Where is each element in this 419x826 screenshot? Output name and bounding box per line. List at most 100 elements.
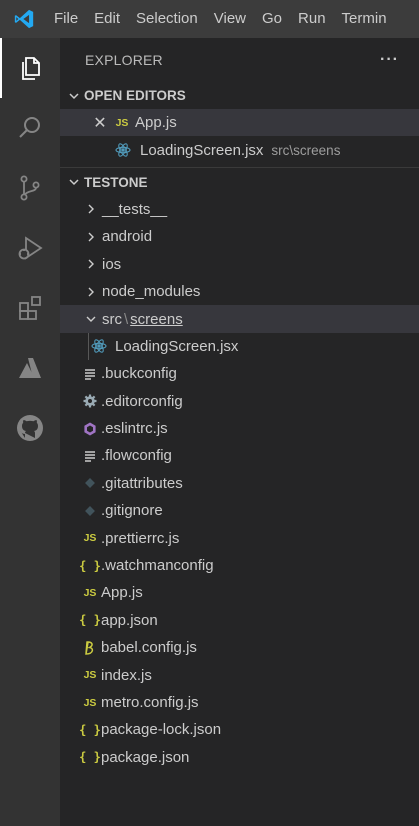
lines-icon — [79, 368, 101, 380]
chevron-right-icon — [80, 286, 102, 298]
js-icon: JS — [115, 116, 129, 129]
git-icon — [79, 505, 101, 517]
more-actions-button[interactable]: ··· — [380, 51, 399, 69]
explorer-sidebar: EXPLORER ··· OPEN EDITORS ✕ JS App.js Lo… — [60, 38, 419, 826]
open-editor-label: LoadingScreen.jsx — [140, 141, 264, 159]
menu-edit[interactable]: Edit — [86, 0, 128, 38]
js-icon: JS — [83, 669, 97, 682]
file-label: app.json — [101, 611, 158, 629]
workspace-title: TESTONE — [84, 174, 148, 190]
tree-file[interactable]: { } package.json — [60, 744, 419, 771]
menu-file[interactable]: File — [48, 0, 86, 38]
title-bar: File Edit Selection View Go Run Termin — [0, 0, 419, 38]
file-label: .gitattributes — [101, 474, 183, 492]
chevron-right-icon — [80, 231, 102, 243]
folder-label: __tests__ — [102, 200, 168, 218]
tree-file[interactable]: JS metro.config.js — [60, 689, 419, 716]
extensions-icon[interactable] — [0, 278, 60, 338]
github-icon[interactable] — [0, 398, 60, 458]
tree-file[interactable]: .gitattributes — [60, 470, 419, 497]
file-label: .eslintrc.js — [101, 420, 168, 438]
tree-file[interactable]: JS .prettierrc.js — [60, 524, 419, 551]
open-editor-label: App.js — [135, 114, 177, 132]
folder-label: node_modules — [102, 283, 201, 301]
react-icon — [88, 338, 110, 354]
tree-file[interactable]: .editorconfig — [60, 388, 419, 415]
tree-folder[interactable]: node_modules — [60, 278, 419, 305]
menu-terminal[interactable]: Termin — [334, 0, 395, 38]
source-control-icon[interactable] — [0, 158, 60, 218]
file-label: .prettierrc.js — [101, 529, 180, 547]
js-icon: JS — [83, 696, 97, 709]
json-icon: { } — [79, 558, 101, 573]
indent-guide — [88, 332, 89, 361]
open-editor-description: src\screens — [271, 142, 341, 158]
menu-selection[interactable]: Selection — [128, 0, 206, 38]
section-divider — [60, 166, 419, 168]
workspace-header[interactable]: TESTONE — [60, 169, 419, 196]
menu-view[interactable]: View — [206, 0, 254, 38]
chevron-right-icon — [80, 203, 102, 215]
json-icon: { } — [79, 613, 101, 628]
activity-bar — [0, 38, 60, 826]
file-label: .flowconfig — [101, 447, 172, 465]
tree-file[interactable]: JS App.js — [60, 579, 419, 606]
run-debug-icon[interactable] — [0, 218, 60, 278]
tree-file[interactable]: { } app.json — [60, 607, 419, 634]
chevron-down-icon — [64, 176, 84, 188]
open-editors-title: OPEN EDITORS — [84, 88, 186, 103]
file-label: .watchmanconfig — [101, 557, 214, 575]
js-icon: JS — [83, 532, 97, 545]
tree-file[interactable]: { } .watchmanconfig — [60, 552, 419, 579]
menu-go[interactable]: Go — [254, 0, 290, 38]
menu-run[interactable]: Run — [290, 0, 334, 38]
file-label: LoadingScreen.jsx — [115, 337, 239, 355]
tree-file[interactable]: JS index.js — [60, 661, 419, 688]
path-separator: \ — [124, 310, 129, 328]
folder-label-src[interactable]: src — [102, 311, 122, 328]
tree-folder[interactable]: __tests__ — [60, 196, 419, 223]
file-label: index.js — [101, 666, 152, 684]
chevron-down-icon — [64, 90, 84, 102]
chevron-right-icon — [80, 258, 102, 270]
close-editor-button[interactable]: ✕ — [89, 113, 111, 133]
file-label: package.json — [101, 748, 190, 766]
explorer-icon[interactable] — [0, 38, 60, 98]
file-label: App.js — [101, 584, 143, 602]
explorer-title: EXPLORER — [85, 52, 163, 68]
search-icon[interactable] — [0, 98, 60, 158]
tree-folder-src-screens[interactable]: src \ screens — [60, 305, 419, 333]
tree-file[interactable]: .flowconfig — [60, 442, 419, 469]
gear-icon — [79, 394, 101, 408]
explorer-header: EXPLORER ··· — [60, 38, 419, 82]
file-label: .buckconfig — [101, 365, 177, 383]
open-editor-loadingscreen[interactable]: LoadingScreen.jsx src\screens — [60, 136, 419, 163]
chevron-down-icon — [80, 313, 102, 325]
open-editor-app-js[interactable]: ✕ JS App.js — [60, 109, 419, 137]
js-icon: JS — [83, 586, 97, 599]
tree-folder[interactable]: ios — [60, 251, 419, 278]
file-label: package-lock.json — [101, 721, 222, 739]
tree-file[interactable]: babel.config.js — [60, 634, 419, 661]
json-icon: { } — [79, 722, 101, 737]
azure-icon[interactable] — [0, 338, 60, 398]
babel-icon — [79, 640, 101, 655]
vscode-logo-icon[interactable] — [0, 0, 48, 38]
lines-icon — [79, 450, 101, 462]
tree-folder[interactable]: android — [60, 223, 419, 250]
tree-file[interactable]: .gitignore — [60, 497, 419, 524]
folder-label: ios — [102, 255, 122, 273]
react-icon — [112, 142, 134, 158]
file-label: .editorconfig — [101, 392, 183, 410]
tree-file[interactable]: .buckconfig — [60, 360, 419, 387]
git-icon — [79, 477, 101, 489]
tree-file[interactable]: .eslintrc.js — [60, 415, 419, 442]
eslint-icon — [79, 422, 101, 436]
file-label: babel.config.js — [101, 639, 197, 657]
open-editors-header[interactable]: OPEN EDITORS — [60, 82, 419, 109]
tree-file-loadingscreen[interactable]: LoadingScreen.jsx — [60, 332, 419, 361]
file-label: metro.config.js — [101, 694, 199, 711]
tree-file[interactable]: { } package-lock.json — [60, 716, 419, 743]
file-label: .gitignore — [101, 502, 163, 520]
folder-label-screens[interactable]: screens — [130, 311, 183, 328]
